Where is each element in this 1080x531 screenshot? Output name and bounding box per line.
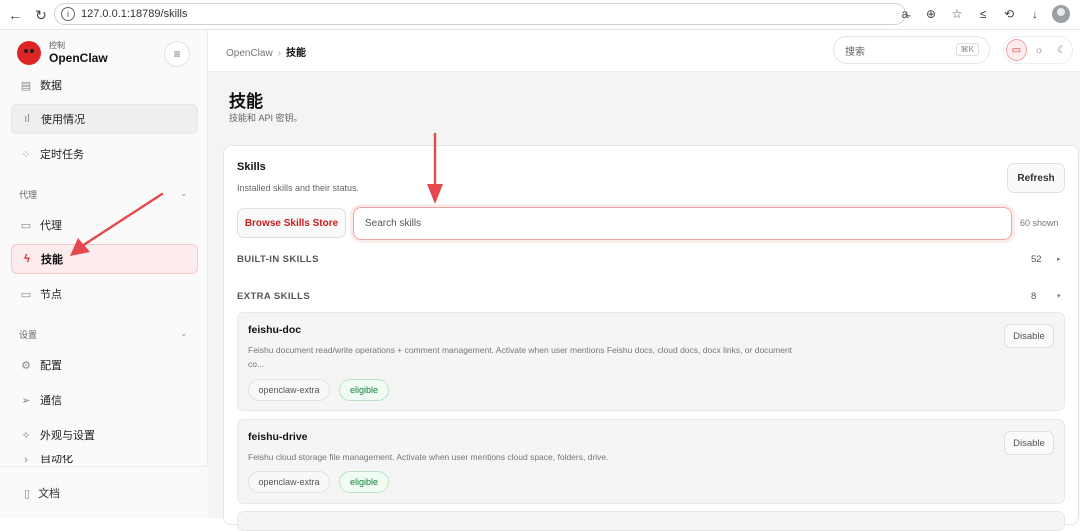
refresh-button[interactable]: Refresh xyxy=(1007,163,1065,193)
global-search-input[interactable]: 搜索 ⌘K xyxy=(833,36,990,64)
sidebar-item-label: 技能 xyxy=(41,254,63,266)
send-icon: ➢ xyxy=(21,394,31,407)
skill-item: feishu-doc Feishu document read/write op… xyxy=(237,312,1065,411)
openclaw-logo-icon xyxy=(17,40,41,65)
address-bar[interactable]: i 127.0.0.1:18789/skills xyxy=(54,3,906,25)
group-count: 8 xyxy=(1031,290,1037,302)
breadcrumb-root[interactable]: OpenClaw xyxy=(226,48,273,59)
skill-item xyxy=(237,511,1065,531)
zap-icon: ϟ xyxy=(24,253,30,265)
folder-icon: ▭ xyxy=(20,219,32,232)
brand-subtitle: 控制 xyxy=(49,41,65,50)
docs-label: 文档 xyxy=(38,488,61,500)
browse-skills-store-button[interactable]: Browse Skills Store xyxy=(237,208,346,238)
zoom-icon[interactable]: ⊕ xyxy=(920,3,942,25)
url-text: 127.0.0.1:18789/skills xyxy=(81,8,188,20)
monitor-icon[interactable]: ▭ xyxy=(1006,39,1027,61)
profile-avatar[interactable] xyxy=(1050,3,1072,25)
sidebar-item-comms[interactable]: ➢ 通信 xyxy=(11,385,198,415)
breadcrumb-current: 技能 xyxy=(286,48,307,59)
menu-toggle-button[interactable]: ≡ xyxy=(164,41,190,67)
sidebar-item-agents[interactable]: ▭ 代理 xyxy=(11,210,198,240)
back-icon[interactable]: ← xyxy=(2,2,28,28)
translate-icon[interactable]: a̴ xyxy=(894,3,916,25)
status-badge: eligible xyxy=(339,471,389,493)
sidebar-item-cron[interactable]: ⁘ 定时任务 xyxy=(11,139,198,169)
sidebar-item-label: 配置 xyxy=(40,360,62,372)
reload-icon[interactable]: ↻ xyxy=(28,2,54,28)
sidebar-item-label: 使用情况 xyxy=(41,114,85,126)
avatar xyxy=(1052,5,1070,23)
docs-link[interactable]: ▯ 文档 xyxy=(24,485,60,501)
sidebar-item-label: 通信 xyxy=(40,395,62,407)
skill-description: Feishu document read/write operations + … xyxy=(248,345,793,369)
breadcrumb: OpenClaw › 技能 xyxy=(226,44,306,59)
page-subtitle: 技能和 API 密钥。 xyxy=(229,113,303,123)
brand-name: OpenClaw xyxy=(49,51,108,65)
source-tag: openclaw-extra xyxy=(248,379,330,401)
breadcrumb-separator: › xyxy=(277,48,282,59)
browser-toolbar: ← ↻ i 127.0.0.1:18789/skills a̴ ⊕ ☆ ≤ ⟲ … xyxy=(0,0,1080,30)
disable-button[interactable]: Disable xyxy=(1004,324,1054,348)
skill-item: feishu-drive Feishu cloud storage file m… xyxy=(237,419,1065,504)
monitor-icon: ▭ xyxy=(20,288,32,301)
sidebar-item-label: 代理 xyxy=(40,220,62,232)
sidebar-item-label: 定时任务 xyxy=(40,149,84,161)
sidebar-item-label: 外观与设置 xyxy=(40,430,95,442)
gear-icon: ⚙ xyxy=(21,359,31,372)
source-tag: openclaw-extra xyxy=(248,471,330,493)
shown-count: 60 shown xyxy=(1020,218,1059,228)
search-placeholder: 搜索 xyxy=(845,46,865,58)
card-title: Skills xyxy=(237,161,266,173)
download-icon[interactable]: ↓ xyxy=(1024,3,1046,25)
group-label: EXTRA SKILLS xyxy=(237,290,311,302)
topbar: OpenClaw › 技能 搜索 ⌘K ▭ ☼ ☾ xyxy=(208,30,1080,72)
extra-skills-group[interactable]: EXTRA SKILLS 8 ▾ xyxy=(237,286,1065,306)
sidebar-item-nodes[interactable]: ▭ 节点 xyxy=(11,279,198,309)
sidebar-item-chat[interactable]: ▤ 数据 xyxy=(11,72,198,98)
skills-search-input[interactable] xyxy=(353,207,1012,240)
skill-name: feishu-drive xyxy=(248,431,308,443)
caret-down-icon: ▾ xyxy=(1057,293,1061,300)
sidebar-item-label: 节点 xyxy=(40,289,62,301)
sidebar-item-usage[interactable]: ıl 使用情况 xyxy=(11,104,198,134)
sparkle-icon: ✧ xyxy=(21,429,31,442)
page-title: 技能 xyxy=(229,92,263,111)
sun-icon[interactable]: ☼ xyxy=(1029,39,1050,61)
brand[interactable]: 控制 OpenClaw xyxy=(17,40,108,65)
chat-icon: ▤ xyxy=(20,79,32,92)
history-icon[interactable]: ⟲ xyxy=(998,3,1020,25)
chevron-icon: › xyxy=(24,455,28,466)
bookmark-star-icon[interactable]: ☆ xyxy=(946,3,968,25)
chevron-down-icon[interactable]: ⌄ xyxy=(180,328,188,339)
skill-name: feishu-doc xyxy=(248,324,302,336)
bar-chart-icon: ıl xyxy=(24,113,30,125)
disable-button[interactable]: Disable xyxy=(1004,431,1054,455)
group-count: 52 xyxy=(1031,253,1042,265)
caret-right-icon: ▸ xyxy=(1057,256,1061,263)
group-label: BUILT-IN SKILLS xyxy=(237,253,319,265)
loader-icon: ⁘ xyxy=(21,148,31,161)
sidebar-item-appearance[interactable]: ✧ 外观与设置 xyxy=(11,420,198,450)
status-badge: eligible xyxy=(339,379,389,401)
sidebar-footer: ▯ 文档 xyxy=(0,466,208,518)
theme-switcher: ▭ ☼ ☾ xyxy=(1003,36,1073,64)
site-info-icon[interactable]: i xyxy=(61,7,75,21)
chevron-down-icon[interactable]: ⌄ xyxy=(180,188,188,199)
sidebar-item-skills[interactable]: ϟ 技能 xyxy=(11,244,198,274)
skill-description: Feishu cloud storage file management. Ac… xyxy=(248,452,609,462)
sidebar-item-label: 自动化 xyxy=(40,455,73,465)
sidebar-item-config[interactable]: ⚙ 配置 xyxy=(11,350,198,380)
card-subtitle: Installed skills and their status. xyxy=(237,183,360,193)
section-label-agent: 代理 xyxy=(19,190,38,200)
builtin-skills-group[interactable]: BUILT-IN SKILLS 52 ▸ xyxy=(237,249,1065,269)
sidebar-item-automation[interactable]: › 自动化 xyxy=(11,455,198,466)
moon-icon[interactable]: ☾ xyxy=(1051,39,1072,61)
document-icon: ▯ xyxy=(24,487,31,500)
favorites-icon[interactable]: ≤ xyxy=(972,3,994,25)
section-label-settings: 设置 xyxy=(19,330,38,340)
sidebar-item-label: 数据 xyxy=(40,80,62,92)
search-shortcut: ⌘K xyxy=(955,43,979,56)
